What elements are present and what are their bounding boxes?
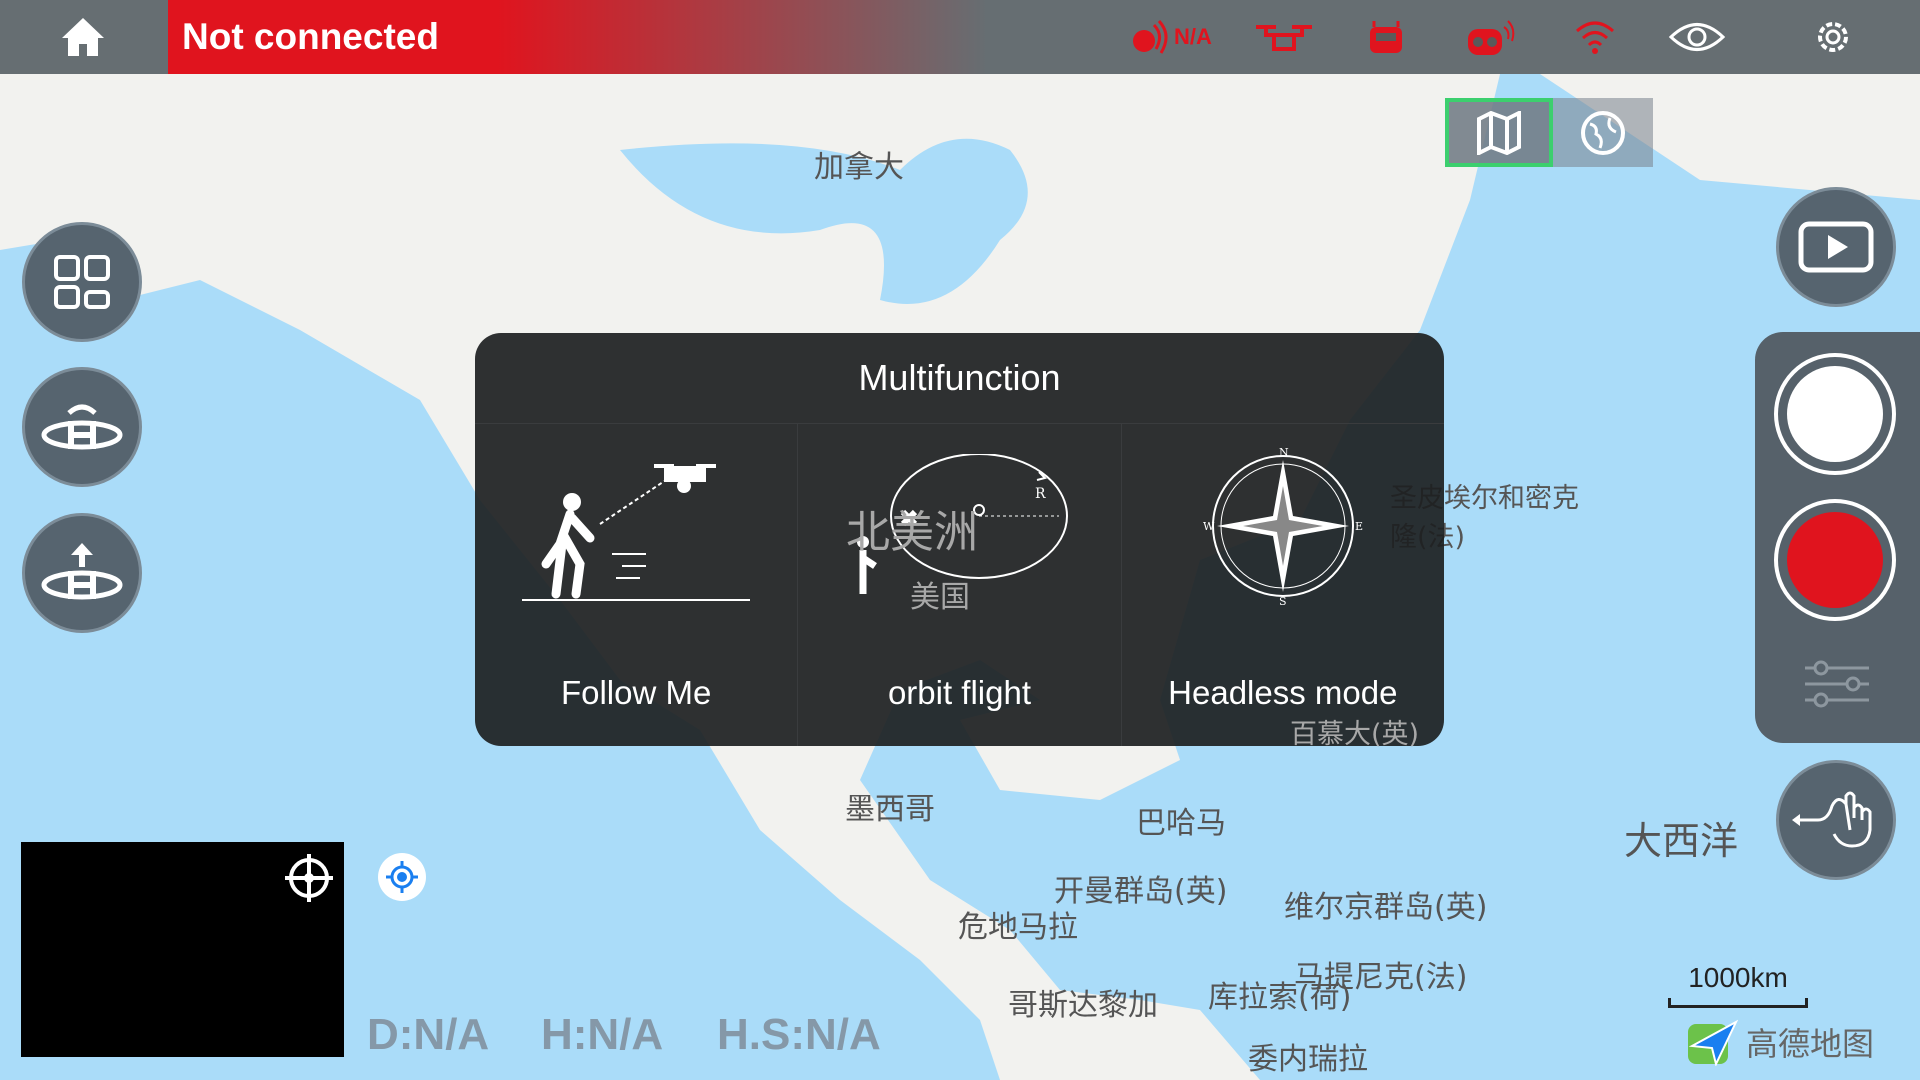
crosshair-icon[interactable] [285, 854, 333, 902]
home-button[interactable] [0, 0, 166, 74]
gear-icon [1818, 22, 1848, 52]
svg-text:S: S [1279, 595, 1287, 606]
map-label: 维尔京群岛(英) [1284, 890, 1488, 925]
dialog-title: Multifunction [475, 333, 1444, 424]
sliders-icon [1805, 660, 1869, 708]
map-label: 巴哈马 [1136, 806, 1226, 841]
play-icon [1798, 221, 1874, 273]
map-label: 美国 [910, 580, 970, 615]
connection-status: Not connected [168, 0, 988, 74]
camera-panel [1755, 332, 1920, 743]
locate-me-button[interactable] [378, 853, 426, 901]
remote-controller-icon [1370, 21, 1402, 53]
home-icon [62, 18, 104, 56]
takeoff-icon [41, 543, 123, 600]
svg-text:W: W [1203, 520, 1215, 533]
photo-icon [1787, 366, 1883, 462]
eye-icon [1668, 23, 1726, 51]
svg-text:N: N [1279, 446, 1289, 459]
camera-signal-icon [1468, 20, 1515, 55]
rc-signal-indicator[interactable]: N/A [1130, 12, 1212, 62]
svg-text:R: R [1035, 486, 1046, 502]
map-label: 北美洲 [846, 507, 978, 558]
gesture-button[interactable] [1776, 760, 1896, 880]
globe-icon [1581, 110, 1625, 155]
top-bar: Not connected N/A [0, 0, 1920, 74]
return-home-icon [41, 404, 123, 450]
headless-mode-option[interactable]: N S W E Headless mode [1122, 424, 1444, 746]
map-label: 开曼群岛(英) [1054, 874, 1228, 909]
settings-button[interactable] [1812, 12, 1854, 62]
camera-signal-status[interactable] [1466, 12, 1516, 62]
map-label: 哥斯达黎加 [1008, 988, 1158, 1023]
gaode-logo-icon [1688, 1019, 1738, 1066]
drone-status[interactable] [1254, 12, 1314, 62]
takeoff-button[interactable] [22, 513, 142, 633]
map-label: 加拿大 [814, 150, 904, 185]
map-label: 墨西哥 [845, 792, 935, 827]
map-provider-logo: 高德地图 [1686, 1018, 1874, 1066]
follow-me-option[interactable]: Follow Me [475, 424, 799, 746]
map-icon [1477, 110, 1521, 155]
compass-icon: N S W E [1203, 446, 1363, 606]
map-type-standard[interactable] [1445, 98, 1553, 167]
scale-bar [1668, 998, 1808, 1008]
height-readout: H:N/A [541, 1010, 664, 1059]
grid-menu-button[interactable] [22, 222, 142, 342]
view-toggle-button[interactable] [1668, 12, 1726, 62]
map-scale: 1000km [1668, 962, 1808, 1008]
distance-readout: D:N/A [367, 1010, 490, 1059]
camera-settings-button[interactable] [1803, 660, 1871, 713]
return-home-button[interactable] [22, 367, 142, 487]
wifi-icon [1576, 21, 1614, 54]
rc-signal-icon [1133, 19, 1168, 54]
record-icon [1787, 512, 1883, 608]
playback-button[interactable] [1776, 187, 1896, 307]
photo-shutter-button[interactable] [1774, 353, 1896, 475]
svg-text:E: E [1355, 520, 1363, 533]
map-type-toggle [1445, 98, 1653, 167]
follow-me-icon [522, 464, 751, 601]
remote-controller-status[interactable] [1366, 12, 1406, 62]
map-label: 危地马拉 [958, 910, 1078, 945]
horizontal-speed-readout: H.S:N/A [717, 1010, 881, 1059]
drone-icon [1256, 25, 1312, 51]
map-label: 委内瑞拉 [1248, 1042, 1368, 1077]
map-label: 百慕大(英) [1290, 719, 1420, 750]
map-label: 大西洋 [1624, 819, 1739, 863]
map-label: 库拉索(荷) [1208, 980, 1352, 1015]
record-video-button[interactable] [1774, 499, 1896, 621]
grid-icon [54, 255, 110, 309]
video-preview[interactable] [21, 842, 344, 1057]
wifi-status[interactable] [1574, 12, 1616, 62]
location-target-icon [386, 861, 418, 893]
swipe-hand-icon [1792, 791, 1872, 848]
map-type-satellite[interactable] [1553, 98, 1653, 167]
